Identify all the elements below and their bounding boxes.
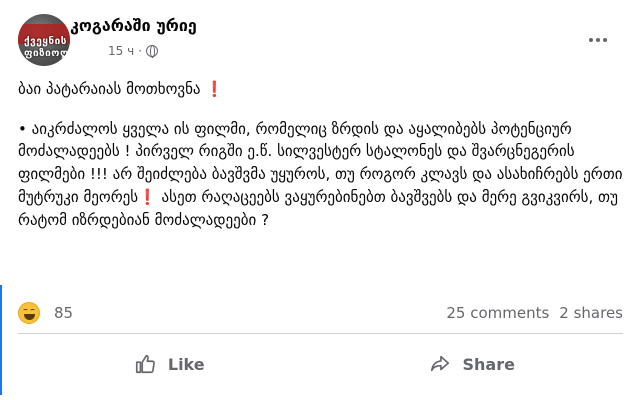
more-options-button[interactable]	[586, 30, 610, 50]
exclamation-emoji-icon: ❗	[205, 80, 225, 98]
avatar-caption: ქვეყნის ფიზიოლოგი	[24, 36, 70, 60]
post-body: ბაი პატარაიას მოთხოვნა ❗ • აიკრძალოს ყვე…	[18, 78, 628, 248]
exclamation-emoji-icon: ❗	[138, 187, 157, 206]
avatar-caption-line2: ფიზიოლოგი	[24, 48, 70, 59]
globe-icon	[146, 45, 159, 58]
avatar[interactable]: ქვეყნის ფიზიოლოგი	[18, 14, 70, 66]
engagement-counts: 25 comments 2 shares	[446, 304, 623, 322]
meta-separator: ·	[138, 44, 143, 58]
share-arrow-icon	[430, 355, 449, 372]
emoji-mouth	[24, 314, 35, 320]
action-bar: Like Share	[18, 340, 623, 388]
emoji-eye	[23, 309, 28, 312]
haha-emoji-icon[interactable]	[18, 302, 40, 324]
divider	[18, 333, 623, 334]
shares-count[interactable]: 2 shares	[559, 304, 623, 322]
post-stats: 85 25 comments 2 shares	[18, 300, 623, 326]
comments-count[interactable]: 25 comments	[446, 304, 549, 322]
post-header: ქვეყნის ფიზიოლოგი კოგარაში ურიე 15 ч ·	[0, 0, 641, 78]
emoji-eye	[30, 309, 35, 312]
more-dot	[596, 38, 600, 42]
author-name[interactable]: კოგარაში ურიე	[70, 16, 197, 35]
more-dots-icon	[589, 38, 593, 42]
avatar-caption-line1: ქვეყნის	[24, 36, 67, 47]
reaction-count[interactable]: 85	[54, 304, 73, 322]
post-title-line: ბაი პატარაიას მოთხოვნა ❗	[18, 78, 628, 101]
timestamp[interactable]: 15 ч	[108, 44, 134, 58]
left-accent-bar	[0, 285, 2, 395]
thumbs-up-icon	[135, 354, 155, 374]
share-label: Share	[462, 354, 515, 374]
post-paragraph: • აიკრძალოს ყველა ის ფილმი, რომელიც ზრდი…	[18, 118, 628, 232]
share-button[interactable]: Share	[321, 340, 624, 388]
post-title: ბაი პატარაიას მოთხოვნა	[18, 80, 201, 98]
like-label: Like	[167, 354, 205, 374]
like-button[interactable]: Like	[18, 340, 321, 388]
more-dot	[603, 38, 607, 42]
post-meta: 15 ч ·	[108, 44, 159, 58]
